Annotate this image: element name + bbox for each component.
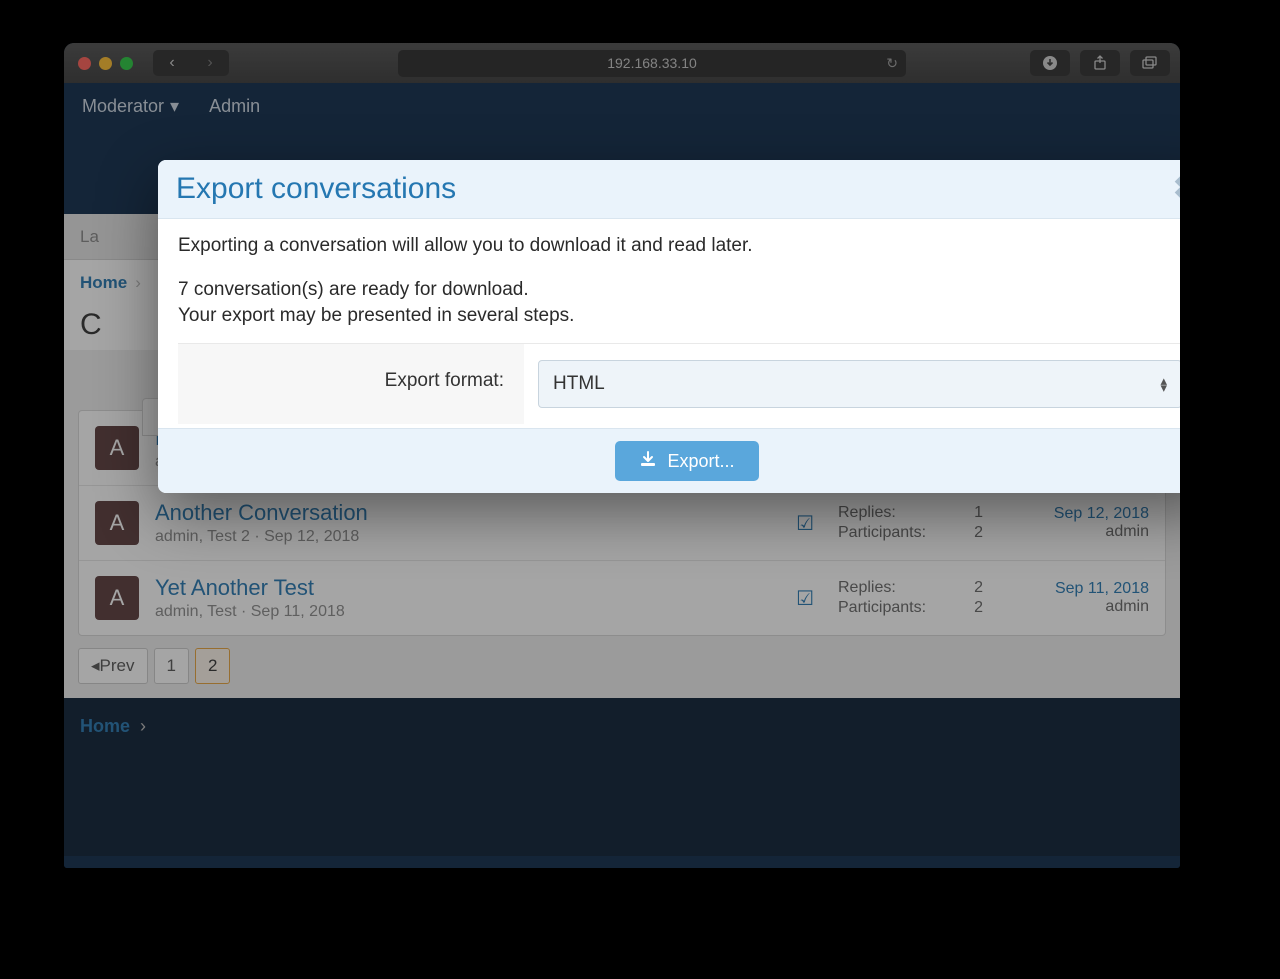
export-modal: Export conversations ✖ Exporting a conve… xyxy=(158,160,1180,493)
modal-footer: Export... xyxy=(158,428,1180,493)
modal-body: Exporting a conversation will allow you … xyxy=(158,219,1180,428)
modal-desc-1: Exporting a conversation will allow you … xyxy=(178,235,1180,257)
select-arrows-icon: ▴▾ xyxy=(1160,377,1167,391)
download-icon xyxy=(639,451,657,472)
close-icon[interactable]: ✖ xyxy=(1173,174,1180,204)
export-button-label: Export... xyxy=(667,451,734,472)
export-format-row: Export format: HTML ▴▾ xyxy=(178,343,1180,424)
modal-header: Export conversations ✖ xyxy=(158,160,1180,219)
browser-window: ‹ › 192.168.33.10 ↻ Moderator ▾ Admin La xyxy=(64,43,1180,868)
export-format-label: Export format: xyxy=(178,344,524,424)
select-value: HTML xyxy=(553,373,605,395)
export-button[interactable]: Export... xyxy=(615,441,758,481)
modal-title: Export conversations xyxy=(176,172,456,206)
modal-desc-3: Your export may be presented in several … xyxy=(178,305,1180,327)
export-format-select[interactable]: HTML ▴▾ xyxy=(538,360,1180,408)
modal-desc-2: 7 conversation(s) are ready for download… xyxy=(178,279,1180,301)
